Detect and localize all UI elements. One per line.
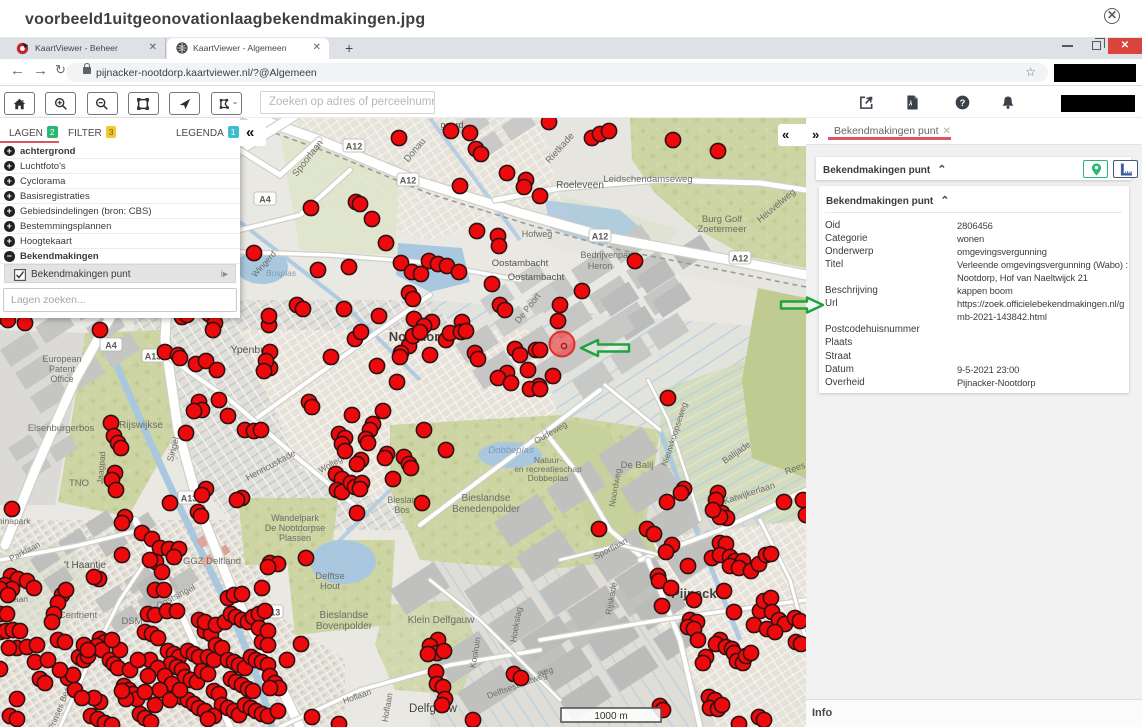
svg-text:?: ? <box>960 98 966 108</box>
svg-text:Rijswijkse: Rijswijkse <box>119 420 163 431</box>
svg-text:Elsenburgerbos: Elsenburgerbos <box>28 423 95 434</box>
svg-text:λ: λ <box>908 100 913 108</box>
svg-text:DSM: DSM <box>121 616 142 627</box>
svg-text:A12: A12 <box>346 142 363 152</box>
svg-text:Bos: Bos <box>394 505 410 515</box>
svg-text:A12: A12 <box>400 176 417 186</box>
svg-text:A4: A4 <box>259 195 271 205</box>
svg-text:Bieslandse: Bieslandse <box>462 493 511 504</box>
svg-text:De Nootdorpse: De Nootdorpse <box>265 523 326 533</box>
svg-text:Oostambacht: Oostambacht <box>508 272 565 283</box>
svg-text:Leidschendamseweg: Leidschendamseweg <box>603 174 692 185</box>
svg-text:Wandelpark: Wandelpark <box>271 513 319 523</box>
svg-text:Benedenpolder: Benedenpolder <box>452 504 521 515</box>
svg-text:Klein Delfgauw: Klein Delfgauw <box>408 615 475 626</box>
svg-text:Dobbeplas: Dobbeplas <box>528 473 569 483</box>
svg-text:Hofweg: Hofweg <box>522 229 553 239</box>
svg-text:Bieslandse: Bieslandse <box>320 610 369 621</box>
svg-text:De Balij: De Balij <box>621 460 654 471</box>
svg-text:Heron: Heron <box>588 261 613 271</box>
svg-text:Bieslan: Bieslan <box>387 495 417 505</box>
svg-text:Oostambacht: Oostambacht <box>492 258 549 269</box>
svg-text:Centrient: Centrient <box>59 610 98 621</box>
svg-text:European: European <box>42 354 81 364</box>
svg-text:Dobbeplas: Dobbeplas <box>488 445 534 456</box>
svg-text:Plassen: Plassen <box>279 533 311 543</box>
svg-text:Roeleveen: Roeleveen <box>556 180 604 191</box>
svg-text:Hout: Hout <box>320 581 340 592</box>
svg-text:Bovenpolder: Bovenpolder <box>316 621 373 632</box>
svg-text:Office: Office <box>50 374 73 384</box>
svg-text:Bosplas: Bosplas <box>266 268 297 278</box>
svg-text:A4: A4 <box>105 341 117 351</box>
svg-text:TNO: TNO <box>69 478 89 489</box>
svg-text:1000 m: 1000 m <box>594 711 627 722</box>
svg-text:A12: A12 <box>592 232 609 242</box>
svg-text:Zoetermeer: Zoetermeer <box>697 224 746 235</box>
svg-text:minapark: minapark <box>0 516 31 526</box>
svg-text:Patent: Patent <box>49 364 76 374</box>
svg-text:A12: A12 <box>732 254 749 264</box>
svg-text:GGZ Delfland: GGZ Delfland <box>183 556 241 567</box>
svg-text:'t Haantje: 't Haantje <box>64 560 106 571</box>
